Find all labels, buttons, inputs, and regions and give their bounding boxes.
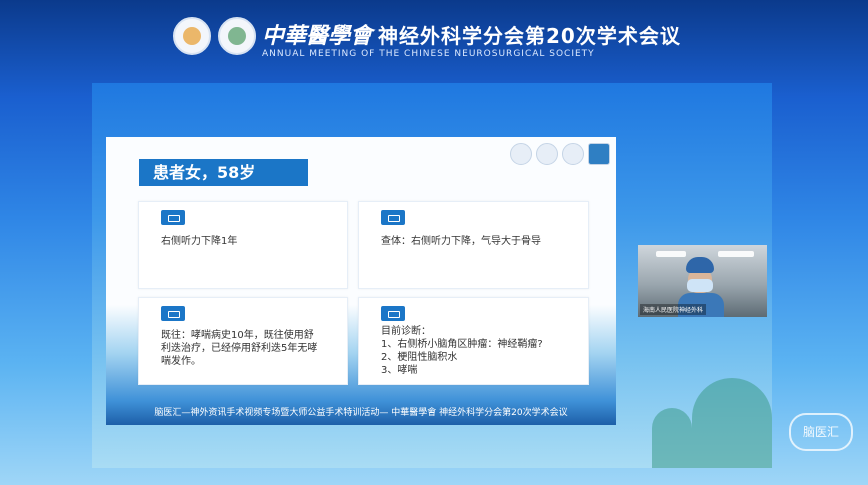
card-line: 右侧听力下降1年 <box>161 236 238 247</box>
card-line: 查体：右侧听力下降，气导大于骨导 <box>381 236 541 247</box>
card-line: 喘发作。 <box>161 356 201 367</box>
seal-icon <box>536 143 558 165</box>
info-card-diagnosis: 目前诊断： 1、右侧桥小脑角区肿瘤：神经鞘瘤? 2、梗阻性脑积水 3、哮喘 <box>358 297 589 385</box>
card-line: 利迭治疗，已经停用舒利迭5年无哮 <box>161 343 318 354</box>
mountain-decoration <box>652 408 692 468</box>
conference-banner: 中華醫學會 神经外科学分会第20次学术会议 ANNUAL MEETING OF … <box>0 0 868 72</box>
video-name-label: 海南人民医院神经外科 <box>640 304 707 315</box>
info-card-symptom: 右侧听力下降1年 <box>138 201 348 289</box>
speaker-video-tile[interactable]: 海南人民医院神经外科 <box>638 245 767 317</box>
info-card-exam: 查体：右侧听力下降，气导大于骨导 <box>358 201 589 289</box>
card-text: 查体：右侧听力下降，气导大于骨导 <box>381 235 541 248</box>
slide-title: 患者女，58岁 <box>139 159 308 186</box>
seal-icon <box>510 143 532 165</box>
slide-logos <box>510 143 610 165</box>
card-text: 目前诊断： 1、右侧桥小脑角区肿瘤：神经鞘瘤? 2、梗阻性脑积水 3、哮喘 <box>381 325 543 377</box>
card-text: 既往：哮喘病史10年，既往使用舒 利迭治疗，已经停用舒利迭5年无哮 喘发作。 <box>161 329 317 368</box>
calligraphy-logo: 中華醫學會 <box>262 23 373 49</box>
mountain-decoration <box>692 378 772 468</box>
conference-title: 神经外科学分会第20次学术会议 <box>378 23 681 48</box>
society-seal-icon <box>218 17 256 55</box>
document-icon <box>381 306 405 321</box>
banner-title-row: 中華醫學會 神经外科学分会第20次学术会议 <box>262 18 681 50</box>
info-card-history: 既往：哮喘病史10年，既往使用舒 利迭治疗，已经停用舒利迭5年无哮 喘发作。 <box>138 297 348 385</box>
surgical-cap <box>686 257 714 273</box>
monitor-icon <box>161 210 185 225</box>
card-line: 3、哮喘 <box>381 365 418 376</box>
seal-icon <box>562 143 584 165</box>
brand-watermark: 脑医汇 <box>789 413 853 451</box>
society-seal-icon <box>173 17 211 55</box>
card-line: 2、梗阻性脑积水 <box>381 352 458 363</box>
card-text: 右侧听力下降1年 <box>161 235 237 248</box>
surgical-mask <box>687 279 713 292</box>
card-line: 1、右侧桥小脑角区肿瘤：神经鞘瘤? <box>381 339 543 350</box>
slide-footer: 脑医汇—神外资讯手术视频专场暨大师公益手术特训活动— 中華醫學會 神经外科学分会… <box>154 408 568 418</box>
presentation-slide: 患者女，58岁 右侧听力下降1年 查体：右侧听力下降，气导大于骨导 既往：哮喘病… <box>106 137 616 425</box>
folder-icon <box>161 306 185 321</box>
card-line: 既往：哮喘病史10年，既往使用舒 <box>161 330 314 341</box>
shield-icon <box>588 143 610 165</box>
keyboard-icon <box>381 210 405 225</box>
card-line: 目前诊断： <box>381 326 431 337</box>
conference-subtitle: ANNUAL MEETING OF THE CHINESE NEUROSURGI… <box>262 49 595 59</box>
